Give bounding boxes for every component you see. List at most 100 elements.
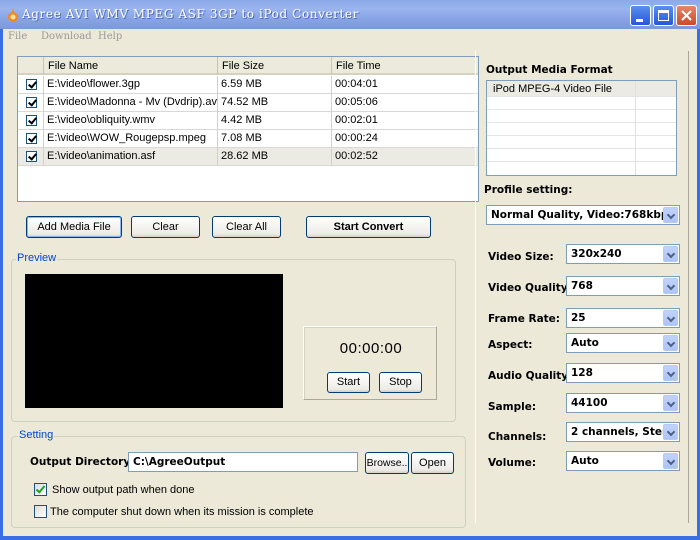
file-name: E:\video\WOW_Rougepsp.mpeg — [44, 130, 218, 148]
menu-help[interactable]: Help — [98, 31, 122, 42]
frame-rate-select[interactable]: 25 — [566, 308, 680, 328]
file-row[interactable]: E:\video\Madonna - Mv (Dvdrip).avi 74.52… — [18, 94, 478, 112]
file-checkbox[interactable] — [26, 133, 37, 144]
video-size-label: Video Size: — [488, 251, 554, 263]
video-quality-label: Video Quality: — [488, 282, 572, 294]
menu-download[interactable]: Download — [41, 31, 92, 42]
chevron-down-icon[interactable] — [663, 365, 678, 381]
file-list-header: File Name File Size File Time — [18, 57, 478, 75]
file-row[interactable]: E:\video\flower.3gp 6.59 MB 00:04:01 — [18, 76, 478, 94]
file-checkbox[interactable] — [26, 79, 37, 90]
output-format-list[interactable]: iPod MPEG-4 Video File — [486, 80, 677, 176]
volume-value: Auto — [571, 455, 599, 467]
output-directory-input[interactable]: C:\AgreeOutput — [128, 452, 358, 472]
clear-button[interactable]: Clear — [131, 216, 200, 238]
file-size: 28.62 MB — [218, 148, 332, 166]
chevron-down-icon[interactable] — [663, 424, 678, 440]
shutdown-checkbox[interactable] — [34, 505, 47, 518]
aspect-select[interactable]: Auto — [566, 333, 680, 353]
maximize-icon — [658, 10, 669, 21]
minimize-icon — [636, 19, 643, 22]
window-title: Agree AVI WMV MPEG ASF 3GP to iPod Conve… — [22, 7, 359, 21]
minimize-button[interactable] — [630, 5, 651, 26]
format-item[interactable]: iPod MPEG-4 Video File — [487, 81, 676, 97]
menu-file[interactable]: File — [8, 31, 27, 42]
column-header-size[interactable]: File Size — [218, 57, 332, 75]
chevron-down-icon[interactable] — [663, 310, 678, 326]
preview-group-label: Preview — [16, 252, 58, 264]
file-time: 00:00:24 — [335, 132, 378, 144]
clear-all-button[interactable]: Clear All — [212, 216, 281, 238]
chevron-down-icon[interactable] — [663, 278, 678, 294]
preview-start-button[interactable]: Start — [327, 372, 370, 393]
start-convert-button[interactable]: Start Convert — [306, 216, 431, 238]
menu-bar: File Download Help — [3, 29, 697, 47]
file-time: 00:04:01 — [335, 78, 378, 90]
setting-group-label: Setting — [18, 429, 55, 441]
video-quality-value: 768 — [571, 280, 593, 292]
app-window: Agree AVI WMV MPEG ASF 3GP to iPod Conve… — [0, 0, 700, 540]
video-preview — [25, 274, 283, 408]
chevron-down-icon[interactable] — [663, 335, 678, 351]
close-button[interactable] — [676, 5, 697, 26]
preview-stop-button[interactable]: Stop — [379, 372, 422, 393]
column-header-name[interactable]: File Name — [44, 57, 218, 75]
channels-select[interactable]: 2 channels, Stere — [566, 422, 680, 442]
frame-rate-label: Frame Rate: — [488, 313, 560, 325]
audio-quality-value: 128 — [571, 367, 593, 379]
file-size: 7.08 MB — [218, 130, 332, 148]
column-header-time[interactable]: File Time — [332, 57, 478, 75]
open-button[interactable]: Open — [411, 452, 454, 474]
video-quality-select[interactable]: 768 — [566, 276, 680, 296]
maximize-button[interactable] — [653, 5, 674, 26]
output-media-format-label: Output Media Format — [486, 64, 613, 76]
file-checkbox[interactable] — [26, 115, 37, 126]
file-row[interactable]: E:\video\WOW_Rougepsp.mpeg 7.08 MB 00:00… — [18, 130, 478, 148]
audio-quality-label: Audio Quality: — [488, 370, 573, 382]
file-row-selected[interactable]: E:\video\animation.asf 28.62 MB 00:02:52 — [18, 148, 478, 166]
video-size-value: 320x240 — [571, 248, 622, 260]
sample-select[interactable]: 44100 — [566, 393, 680, 413]
title-bar[interactable]: Agree AVI WMV MPEG ASF 3GP to iPod Conve… — [0, 0, 700, 29]
video-size-select[interactable]: 320x240 — [566, 244, 680, 264]
close-icon — [681, 10, 692, 21]
profile-setting-label: Profile setting: — [484, 184, 573, 196]
show-output-path-checkbox[interactable] — [34, 483, 47, 496]
file-name: E:\video\animation.asf — [44, 148, 218, 166]
column-header-check[interactable] — [18, 57, 44, 75]
app-icon — [7, 7, 19, 22]
chevron-down-icon[interactable] — [663, 453, 678, 469]
sample-value: 44100 — [571, 397, 608, 409]
file-checkbox[interactable] — [26, 97, 37, 108]
file-time: 00:02:01 — [335, 114, 378, 126]
aspect-value: Auto — [571, 337, 599, 349]
file-name: E:\video\Madonna - Mv (Dvdrip).avi — [44, 94, 218, 112]
file-size: 74.52 MB — [218, 94, 332, 112]
aspect-label: Aspect: — [488, 339, 533, 351]
file-list[interactable]: File Name File Size File Time E:\video\f… — [17, 56, 479, 202]
file-checkbox[interactable] — [26, 151, 37, 162]
file-time: 00:02:52 — [335, 150, 378, 162]
chevron-down-icon[interactable] — [663, 207, 678, 223]
frame-rate-value: 25 — [571, 312, 586, 324]
sample-label: Sample: — [488, 401, 537, 413]
shutdown-label: The computer shut down when its mission … — [50, 506, 314, 518]
add-media-file-button[interactable]: Add Media File — [26, 216, 122, 238]
output-directory-label: Output Directory: — [30, 456, 135, 468]
file-name: E:\video\obliquity.wmv — [44, 112, 218, 130]
channels-value: 2 channels, Stere — [571, 426, 675, 438]
volume-label: Volume: — [488, 457, 537, 469]
profile-setting-value: Normal Quality, Video:768kbps, A — [491, 209, 680, 221]
file-size: 6.59 MB — [218, 76, 332, 94]
chevron-down-icon[interactable] — [663, 395, 678, 411]
file-size: 4.42 MB — [218, 112, 332, 130]
chevron-down-icon[interactable] — [663, 246, 678, 262]
show-output-path-label: Show output path when done — [52, 484, 195, 496]
timer-panel: 00:00:00 Start Stop — [303, 326, 437, 400]
timer-display: 00:00:00 — [339, 340, 403, 357]
volume-select[interactable]: Auto — [566, 451, 680, 471]
audio-quality-select[interactable]: 128 — [566, 363, 680, 383]
file-row[interactable]: E:\video\obliquity.wmv 4.42 MB 00:02:01 — [18, 112, 478, 130]
profile-setting-select[interactable]: Normal Quality, Video:768kbps, A — [486, 205, 680, 225]
browse-button[interactable]: Browse.. — [365, 452, 409, 474]
